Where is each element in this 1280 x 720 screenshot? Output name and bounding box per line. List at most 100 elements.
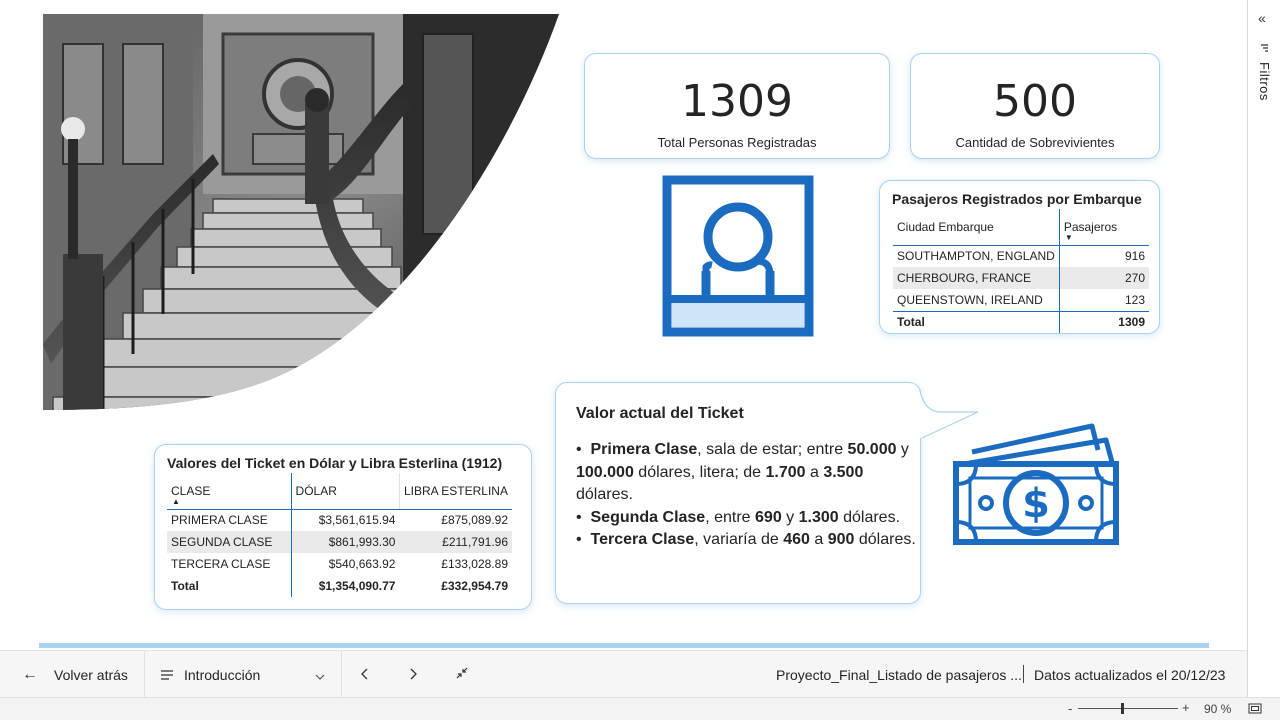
ticket-info-title: Valor actual del Ticket (576, 405, 744, 422)
bullet-mark: • (576, 441, 582, 458)
ticket-table-title: Valores del Ticket en Dólar y Libra Este… (167, 455, 503, 471)
data-updated-text: Datos actualizados el 20/12/23 (1034, 666, 1226, 683)
sort-desc-icon: ▼ (1064, 232, 1073, 242)
kpi-value: 500 (993, 76, 1077, 127)
cell: TERCERA CLASE (171, 557, 271, 571)
text: y (781, 508, 799, 526)
filters-pane[interactable]: « (1247, 0, 1280, 697)
kpi-value: 1309 (681, 76, 793, 127)
text: dólares. (576, 486, 633, 503)
cell: Total (893, 310, 1060, 333)
text: dólares. (838, 508, 901, 526)
fit-page-icon[interactable] (1248, 703, 1262, 717)
ticket-table[interactable]: CLASE ▲ DÓLAR LIBRA ESTERLINA PRIMERA CL… (167, 473, 512, 597)
table-row[interactable]: SOUTHAMPTON, ENGLAND 916 (893, 245, 1149, 267)
kpi-card-survivors[interactable]: 500 Cantidad de Sobrevivientes (910, 53, 1160, 159)
cell: CHERBOURG, FRANCE (893, 267, 1060, 289)
zoom-level[interactable]: 90 % (1204, 702, 1231, 716)
staircase-photo (43, 14, 559, 410)
divider (341, 651, 342, 698)
person-badge-icon (662, 175, 814, 337)
cell: £133,028.89 (441, 557, 508, 571)
value: 460 (783, 531, 810, 548)
bullet-segunda: • Segunda Clase, entre 690 y 1.300 dólar… (576, 507, 916, 530)
bullet-primera: • Primera Clase, sala de estar; entre 50… (576, 439, 916, 507)
filter-icon[interactable] (1259, 40, 1269, 52)
money-icon: $ (952, 422, 1122, 548)
column-header[interactable]: Ciudad Embarque (893, 209, 1060, 246)
cell: 123 (1058, 289, 1149, 311)
svg-text:$: $ (1022, 481, 1050, 527)
next-page-button[interactable] (410, 651, 418, 698)
column-header-sorted[interactable]: Pasajeros ▼ (1058, 209, 1149, 246)
sort-asc-icon: ▲ (172, 496, 180, 506)
back-label: Volver atrás (54, 666, 128, 683)
class-name: Segunda Clase (590, 508, 706, 526)
cell: Total (171, 579, 199, 593)
page-label: Introducción (184, 666, 261, 683)
collapse-icon (455, 666, 469, 683)
divider (1023, 665, 1024, 683)
cell: 1309 (1058, 310, 1149, 333)
pages-menu-icon (160, 667, 174, 683)
kpi-card-total[interactable]: 1309 Total Personas Registradas (584, 53, 890, 159)
status-bar: - + 90 % (0, 697, 1280, 720)
column-header[interactable]: LIBRA ESTERLINA (398, 473, 512, 510)
text: , variaría de (694, 531, 784, 548)
value: 3.500 (823, 463, 864, 481)
cell: $861,993.30 (290, 531, 400, 553)
embarque-table[interactable]: Ciudad Embarque Pasajeros ▼ SOUTHAMPTON,… (893, 209, 1149, 333)
zoom-slider[interactable] (1078, 708, 1178, 709)
table-row[interactable]: QUEENSTOWN, IRELAND 123 (893, 289, 1149, 311)
kpi-label: Cantidad de Sobrevivientes (955, 135, 1115, 150)
bullet-mark: • (576, 531, 582, 548)
value: 1.700 (765, 463, 806, 481)
ticket-info-body: • Primera Clase, sala de estar; entre 50… (576, 439, 916, 552)
expand-pane-icon[interactable]: « (1258, 10, 1266, 26)
back-arrow-icon: ← (22, 665, 38, 683)
cell: QUEENSTOWN, IRELAND (897, 292, 1043, 307)
table-row[interactable]: SEGUNDA CLASE $861,993.30 £211,791.96 (167, 531, 512, 553)
zoom-in-button[interactable]: + (1182, 700, 1190, 715)
text: , entre (705, 508, 756, 526)
bottom-navigation: ← Volver atrás Introducción Proyecto_Fin… (0, 650, 1247, 698)
report-name: Proyecto_Final_Listado de pasajeros ... (776, 666, 1022, 683)
table-row[interactable]: CHERBOURG, FRANCE 270 (893, 267, 1149, 289)
page-selector[interactable]: Introducción (160, 651, 330, 698)
embarque-table-card[interactable]: Pasajeros Registrados por Embarque Ciuda… (879, 180, 1160, 334)
class-name: Primera Clase (590, 441, 698, 458)
total-row: Total 1309 (893, 310, 1149, 333)
value: 100.000 (576, 463, 634, 481)
column-header[interactable]: DÓLAR (290, 473, 400, 510)
kpi-label: Total Personas Registradas (657, 135, 817, 150)
table-row[interactable]: PRIMERA CLASE $3,561,615.94 £875,089.92 (167, 509, 512, 531)
back-button[interactable]: ← Volver atrás (22, 651, 142, 698)
ticket-table-card[interactable]: Valores del Ticket en Dólar y Libra Este… (154, 444, 532, 610)
cell: SEGUNDA CLASE (167, 531, 292, 553)
embarque-table-title: Pasajeros Registrados por Embarque (892, 191, 1142, 207)
text: y (896, 441, 909, 458)
previous-page-button[interactable] (360, 651, 368, 698)
total-row: Total $1,354,090.77 £332,954.79 (167, 575, 512, 597)
chevron-right-icon (410, 667, 418, 683)
report-canvas: 1309 Total Personas Registradas 500 Cant… (0, 0, 1247, 650)
cell: 916 (1058, 245, 1149, 267)
class-name: Tercera Clase (590, 531, 695, 548)
bullet-tercera: • Tercera Clase, variaría de 460 a 900 d… (576, 529, 916, 552)
ticket-info-bubble: Valor actual del Ticket • Primera Clase,… (555, 382, 921, 604)
zoom-out-button[interactable]: - (1068, 701, 1072, 716)
zoom-slider-thumb[interactable] (1121, 703, 1124, 714)
chevron-left-icon (360, 667, 368, 683)
text: a (809, 531, 828, 548)
text: , sala de estar; entre (697, 441, 848, 458)
cell: £332,954.79 (441, 579, 508, 593)
column-header-sorted[interactable]: CLASE ▲ (167, 473, 292, 510)
text: dólares, litera; de (633, 463, 766, 481)
table-row[interactable]: TERCERA CLASE $540,663.92 £133,028.89 (167, 553, 512, 575)
value: 690 (755, 508, 782, 526)
value: 900 (827, 531, 855, 548)
accent-bar (39, 643, 1209, 648)
chevron-down-icon (315, 667, 325, 683)
filters-label[interactable]: Filtros (1256, 62, 1272, 101)
collapse-button[interactable] (455, 651, 469, 698)
